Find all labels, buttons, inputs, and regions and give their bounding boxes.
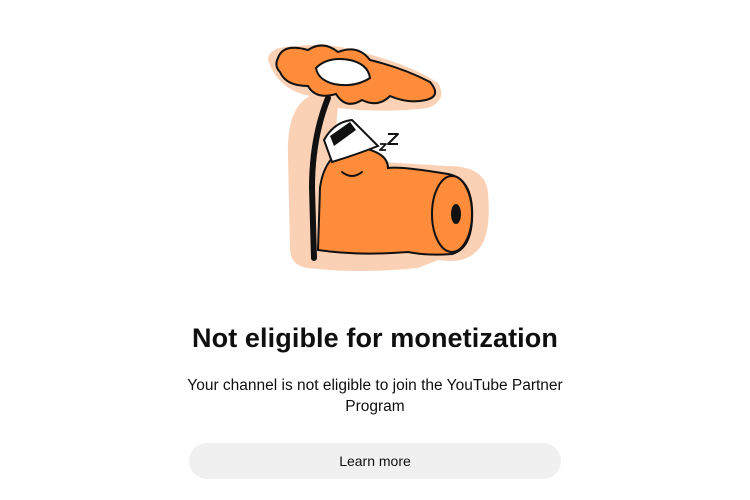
learn-more-button[interactable]: Learn more bbox=[189, 443, 561, 479]
eligibility-message: Your channel is not eligible to join the… bbox=[187, 377, 563, 415]
page-title: Not eligible for monetization bbox=[192, 323, 558, 353]
sleeping-creature-illustration-icon bbox=[238, 38, 508, 278]
not-eligible-page: Not eligible for monetization Your chann… bbox=[0, 0, 750, 500]
